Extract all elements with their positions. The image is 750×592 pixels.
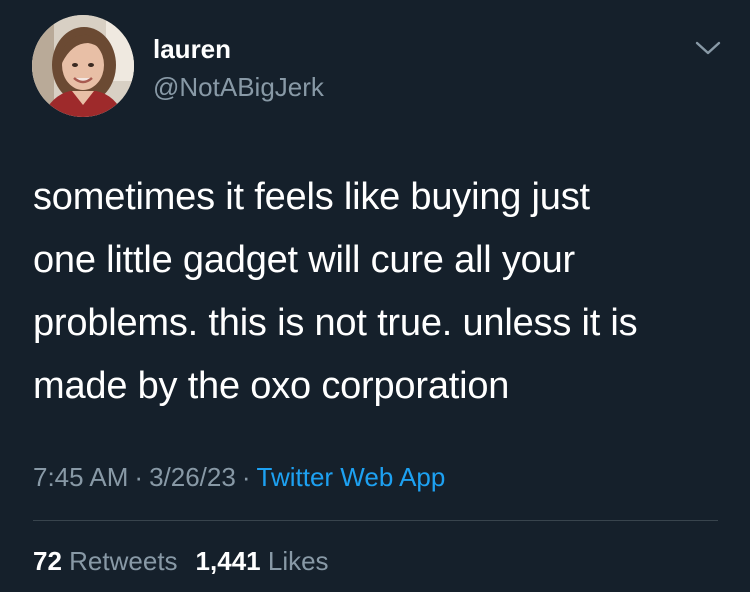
meta-separator: ·	[241, 462, 251, 492]
retweets-stat[interactable]: 72 Retweets	[33, 546, 178, 576]
tweet-stats: 72 Retweets 1,441 Likes	[33, 543, 329, 579]
tweet-meta: 7:45 AM · 3/26/23 · Twitter Web App	[33, 459, 445, 495]
profile-photo-icon	[32, 15, 134, 117]
tweet-text: sometimes it feels like buying just one …	[33, 176, 638, 407]
divider	[33, 520, 718, 521]
tweet-time: 7:45 AM	[33, 462, 129, 492]
likes-count: 1,441	[195, 546, 261, 576]
meta-separator: ·	[134, 462, 144, 492]
display-name[interactable]: lauren	[153, 32, 231, 66]
tweet-date[interactable]: 3/26/23	[149, 462, 236, 492]
likes-label: Likes	[267, 546, 329, 576]
chevron-down-icon[interactable]	[694, 36, 722, 60]
tweet-card: lauren @NotABigJerk sometimes it feels l…	[0, 0, 750, 592]
retweets-count: 72	[33, 546, 62, 576]
retweets-label: Retweets	[69, 546, 178, 576]
user-handle[interactable]: @NotABigJerk	[153, 70, 324, 104]
avatar[interactable]	[32, 15, 134, 117]
tweet-source-link[interactable]: Twitter Web App	[257, 462, 446, 492]
likes-stat[interactable]: 1,441 Likes	[196, 546, 329, 576]
